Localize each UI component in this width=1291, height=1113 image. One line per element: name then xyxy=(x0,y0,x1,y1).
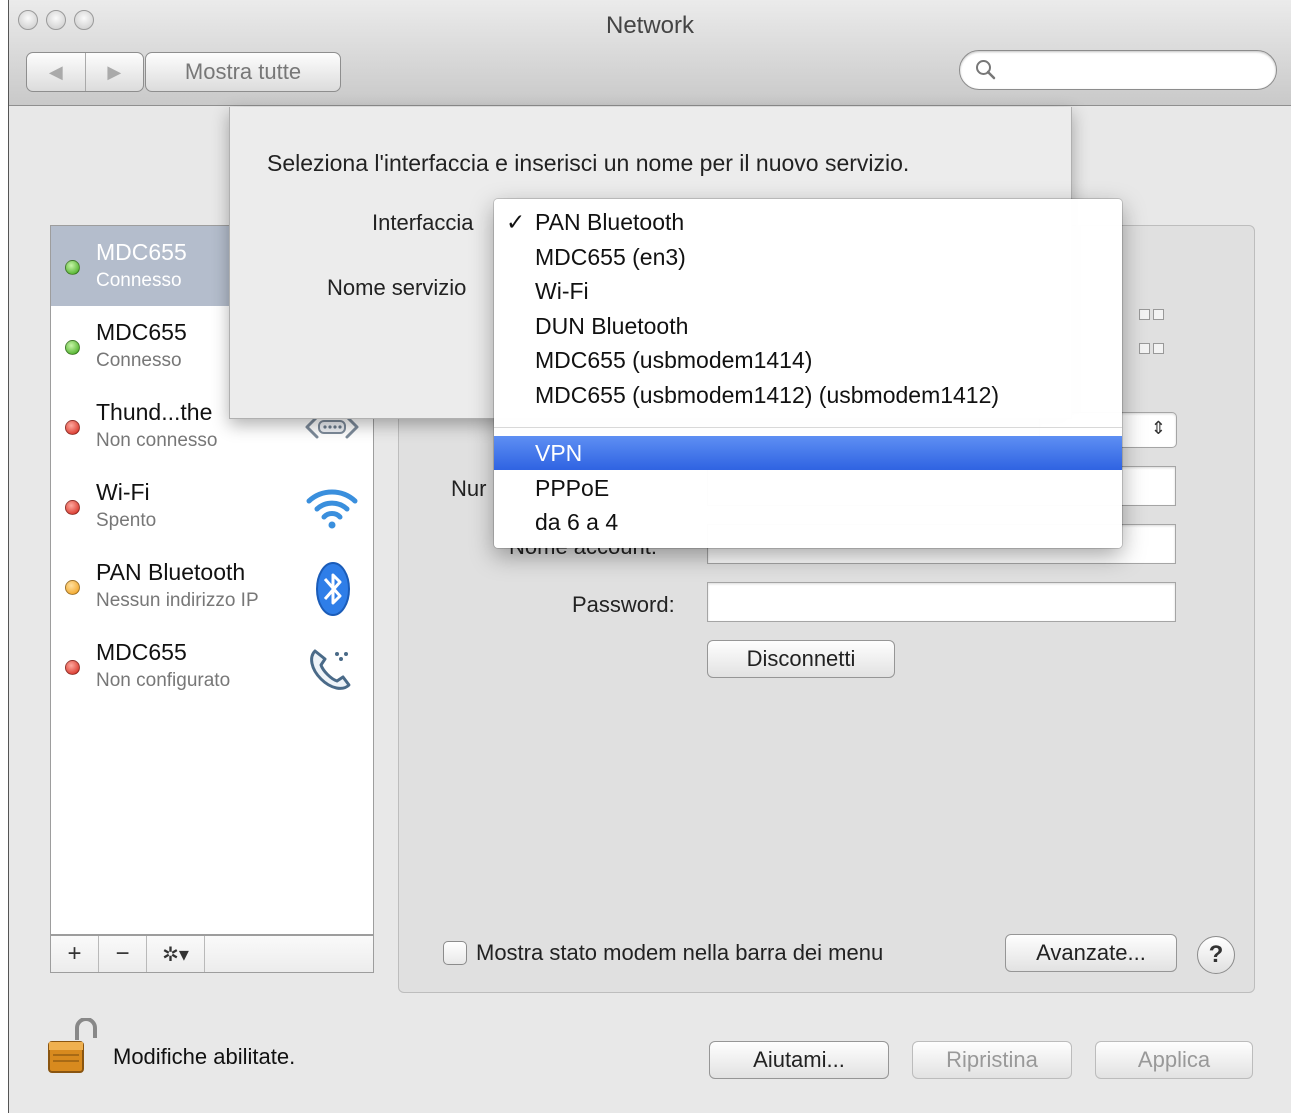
menu-item[interactable]: VPN xyxy=(494,436,1122,470)
menu-item-label: PPPoE xyxy=(535,474,610,501)
search-icon xyxy=(974,58,998,87)
revert-button[interactable]: Ripristina xyxy=(912,1041,1072,1079)
info-indicator xyxy=(1139,343,1150,354)
menu-item-label: PAN Bluetooth xyxy=(535,209,685,235)
phone-icon xyxy=(301,641,363,702)
service-item-pan-bluetooth[interactable]: PAN Bluetooth Nessun indirizzo IP xyxy=(51,546,373,626)
service-name-label: Nome servizio xyxy=(327,275,467,300)
service-list-toolbar: + − ✲▾ xyxy=(50,935,374,973)
service-status: Spento xyxy=(96,510,157,531)
status-dot-green xyxy=(65,340,80,355)
menu-item-label: DUN Bluetooth xyxy=(535,312,689,339)
service-status: Nessun indirizzo IP xyxy=(96,590,259,611)
back-forward-control: ◀ ▶ xyxy=(26,52,144,92)
status-dot-red xyxy=(65,660,80,675)
lock-icon[interactable] xyxy=(47,1017,103,1083)
service-status: Connesso xyxy=(96,350,182,371)
menu-item[interactable]: da 6 a 4 xyxy=(494,505,1122,539)
show-modem-status-checkbox[interactable] xyxy=(443,941,467,965)
menu-item[interactable]: MDC655 (en3) xyxy=(494,240,1122,274)
service-name: MDC655 xyxy=(96,639,187,665)
password-field[interactable] xyxy=(707,582,1176,622)
window-title: Network xyxy=(605,12,695,39)
menu-separator xyxy=(494,427,1122,428)
menu-item[interactable]: Wi-Fi xyxy=(494,274,1122,308)
service-status: Non configurato xyxy=(96,670,231,691)
apply-button[interactable]: Applica xyxy=(1095,1041,1253,1079)
lock-status-text: Modifiche abilitate. xyxy=(113,1044,296,1069)
forward-arrow-icon[interactable]: ▶ xyxy=(84,53,144,91)
search-field[interactable] xyxy=(959,50,1277,90)
menu-item-label: VPN xyxy=(535,440,583,466)
status-dot-red xyxy=(65,500,80,515)
status-dot-green xyxy=(65,260,80,275)
remove-service-button[interactable]: − xyxy=(99,936,147,972)
advanced-button[interactable]: Avanzate... xyxy=(1005,934,1177,972)
service-status: Connesso xyxy=(96,270,182,291)
menu-item-label: da 6 a 4 xyxy=(535,509,619,535)
menu-item[interactable]: PPPoE xyxy=(494,471,1122,505)
menu-item-label: Wi-Fi xyxy=(535,278,589,304)
interface-dropdown-menu[interactable]: ✓ PAN Bluetooth MDC655 (en3) Wi-Fi DUN Bluet… xyxy=(494,199,1122,548)
gear-menu-button[interactable]: ✲▾ xyxy=(147,936,205,972)
help-button[interactable]: ? xyxy=(1197,936,1235,974)
network-window: Network ◀ ▶ Mostra tutte MDC655 Connesso… xyxy=(8,0,1291,1113)
number-label: Nur xyxy=(451,476,487,501)
bluetooth-icon xyxy=(301,561,363,622)
back-arrow-icon[interactable]: ◀ xyxy=(27,53,85,91)
status-dot-red xyxy=(65,420,80,435)
info-indicator xyxy=(1153,343,1164,354)
interface-label: Interfaccia xyxy=(372,210,474,235)
service-name: MDC655 xyxy=(96,319,187,345)
service-item-mdc655-3[interactable]: MDC655 Non configurato xyxy=(51,626,373,706)
menu-item-label: MDC655 (en3) xyxy=(535,243,686,270)
show-modem-status-label: Mostra stato modem nella barra dei menu xyxy=(476,940,884,965)
menu-item[interactable]: MDC655 (usbmodem1414) xyxy=(494,343,1122,377)
disconnect-button[interactable]: Disconnetti xyxy=(707,640,895,678)
service-name: MDC655 xyxy=(96,239,187,265)
title-bar: Network ◀ ▶ Mostra tutte xyxy=(9,0,1291,106)
sheet-title: Seleziona l'interfaccia e inserisci un n… xyxy=(267,150,910,176)
menu-item[interactable]: MDC655 (usbmodem1412) (usbmodem1412) xyxy=(494,378,1122,412)
info-indicator xyxy=(1153,309,1164,320)
service-name: Wi-Fi xyxy=(96,479,150,505)
service-name: PAN Bluetooth xyxy=(96,559,246,585)
info-indicator xyxy=(1139,309,1150,320)
checkmark-icon: ✓ xyxy=(506,209,526,235)
menu-item-label: MDC655 (usbmodem1414) xyxy=(535,347,813,373)
status-dot-orange xyxy=(65,580,80,595)
assist-me-button[interactable]: Aiutami... xyxy=(709,1041,889,1079)
service-status: Non connesso xyxy=(96,430,218,451)
add-service-button[interactable]: + xyxy=(51,936,99,972)
menu-item[interactable]: ✓ PAN Bluetooth xyxy=(494,205,1122,239)
password-label: Password: xyxy=(572,592,675,617)
updown-arrows-icon: ⇕ xyxy=(1150,418,1166,438)
menu-item[interactable]: DUN Bluetooth xyxy=(494,309,1122,343)
wifi-icon xyxy=(301,481,363,538)
service-name: Thund...the xyxy=(96,399,213,425)
show-all-button[interactable]: Mostra tutte xyxy=(145,52,341,92)
service-item-wifi[interactable]: Wi-Fi Spento xyxy=(51,466,373,546)
menu-item-label: MDC655 (usbmodem1412) (usbmodem1412) xyxy=(535,381,1000,408)
